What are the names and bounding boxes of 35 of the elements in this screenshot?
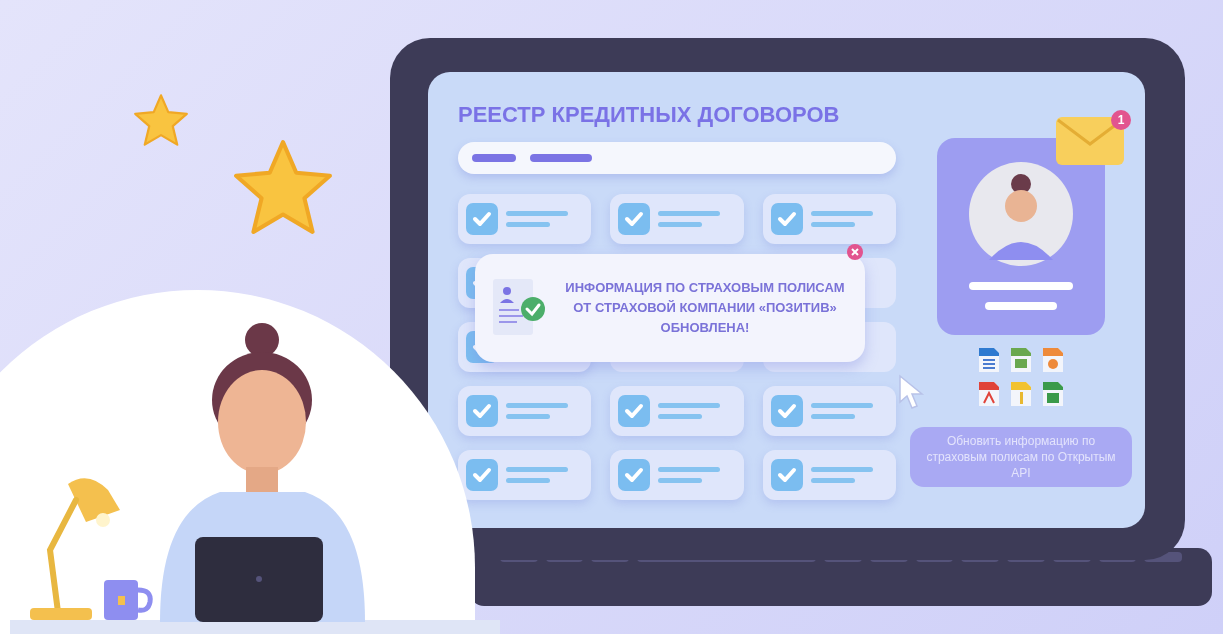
- archive-file-icon: [1010, 381, 1032, 407]
- page-title: РЕЕСТР КРЕДИТНЫХ ДОГОВОРОВ: [458, 101, 841, 129]
- close-icon: [851, 248, 859, 256]
- spreadsheet-file-icon: [1042, 381, 1064, 407]
- checked-checkbox-icon[interactable]: [770, 395, 803, 427]
- star-icon: [232, 138, 334, 236]
- text-lines-icon: [506, 401, 568, 421]
- placeholder-line-icon: [472, 154, 592, 162]
- checked-checkbox-icon[interactable]: [466, 203, 498, 235]
- envelope-icon[interactable]: [1055, 116, 1125, 166]
- checked-checkbox-icon[interactable]: [770, 203, 803, 235]
- document-file-icon: [978, 347, 1000, 373]
- text-lines-icon: [810, 401, 873, 421]
- mug-icon: [102, 578, 154, 622]
- notification-message: ИНФОРМАЦИЯ ПО СТРАХОВЫМ ПОЛИСАМ ОТ СТРАХОВОЙ КОМПАНИИ «ПОЗИТИВ» ОБНОВЛЕНА!: [564, 279, 846, 337]
- checked-checkbox-icon[interactable]: [618, 459, 651, 491]
- checked-checkbox-icon[interactable]: [466, 459, 498, 491]
- text-lines-icon: [658, 465, 721, 485]
- checked-checkbox-icon[interactable]: [618, 203, 651, 235]
- cursor-icon: [898, 374, 926, 410]
- checked-checkbox-icon[interactable]: [618, 395, 651, 427]
- text-lines-icon: [658, 209, 721, 229]
- checked-checkbox-icon[interactable]: [466, 395, 498, 427]
- avatar-silhouette-icon: [969, 162, 1073, 266]
- pie-chart-file-icon: [1042, 347, 1064, 373]
- search-bar[interactable]: [458, 142, 896, 174]
- text-lines-icon: [658, 401, 721, 421]
- text-lines-icon: [506, 465, 568, 485]
- text-lines-icon: [810, 209, 873, 229]
- acrobat-file-icon: [978, 381, 1000, 407]
- text-lines-icon: [506, 209, 568, 229]
- text-lines-icon: [810, 465, 873, 485]
- checked-checkbox-icon[interactable]: [770, 459, 803, 491]
- image-file-icon: [1010, 347, 1032, 373]
- star-icon: [133, 93, 189, 147]
